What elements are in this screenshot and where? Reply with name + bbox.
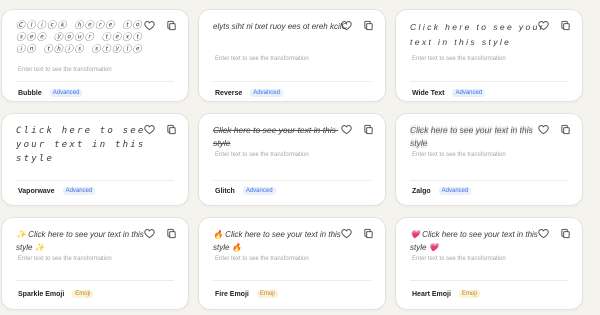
copy-icon[interactable] xyxy=(558,122,572,136)
style-name: Wide Text xyxy=(412,89,445,97)
style-name: Sparkle Emoji xyxy=(18,290,65,298)
divider xyxy=(16,81,174,82)
divider xyxy=(16,280,174,281)
divider xyxy=(213,180,371,181)
card-footer: Fire Emoji Emoji xyxy=(215,290,278,298)
divider xyxy=(410,81,568,82)
style-name: Zalgo xyxy=(412,187,431,195)
input-hint: Enter text to see the transformation xyxy=(412,256,506,262)
copy-icon[interactable] xyxy=(164,226,178,240)
category-badge: Advanced xyxy=(438,187,472,195)
style-name: Fire Emoji xyxy=(215,290,249,298)
style-card-grid: Ⓒⓛⓘⓒⓚ ⓗⓔⓡⓔ ⓣⓞ ⓢⓔⓔ ⓨⓞⓤⓡ ⓣⓔⓧⓣ ⓘⓝ ⓣⓗⓘⓢ ⓢⓣⓨⓛ… xyxy=(0,0,600,315)
style-preview: 🔥 Click here to see your text in this st… xyxy=(213,230,344,252)
copy-icon[interactable] xyxy=(361,122,375,136)
category-badge: Emoji xyxy=(256,290,278,298)
style-preview: ✨ Click here to see your text in this st… xyxy=(16,230,147,252)
style-preview: Click here to see your text in this styl… xyxy=(213,125,339,148)
divider xyxy=(213,280,371,281)
card-reverse[interactable]: elyts siht ni txet ruoy ees ot ereh kcil… xyxy=(198,9,386,102)
card-wide-text[interactable]: Click here to see your text in this styl… xyxy=(395,9,583,102)
card-zalgo[interactable]: Click here to see your text in this styl… xyxy=(395,113,583,206)
input-hint: Enter text to see the transformation xyxy=(215,152,309,158)
card-footer: Reverse Advanced xyxy=(215,89,283,97)
card-sparkle-emoji[interactable]: ✨ Click here to see your text in this st… xyxy=(1,217,189,310)
divider xyxy=(410,280,568,281)
style-name: Reverse xyxy=(215,89,243,97)
card-footer: Bubble Advanced xyxy=(18,89,83,97)
card-footer: Zalgo Advanced xyxy=(412,187,472,195)
copy-icon[interactable] xyxy=(361,18,375,32)
style-name: Vaporwave xyxy=(18,187,55,195)
card-bubble[interactable]: Ⓒⓛⓘⓒⓚ ⓗⓔⓡⓔ ⓣⓞ ⓢⓔⓔ ⓨⓞⓤⓡ ⓣⓔⓧⓣ ⓘⓝ ⓣⓗⓘⓢ ⓢⓣⓨⓛ… xyxy=(1,9,189,102)
style-preview: Click here to see your text in this styl… xyxy=(410,125,536,148)
card-footer: Wide Text Advanced xyxy=(412,89,486,97)
card-footer: Heart Emoji Emoji xyxy=(412,290,480,298)
card-fire-emoji[interactable]: 🔥 Click here to see your text in this st… xyxy=(198,217,386,310)
style-name: Bubble xyxy=(18,89,42,97)
category-badge: Advanced xyxy=(49,89,83,97)
style-preview: elyts siht ni txet ruoy ees ot ereh kcil… xyxy=(213,22,348,31)
style-preview: 💗 Click here to see your text in this st… xyxy=(410,230,541,252)
card-footer: Sparkle Emoji Emoji xyxy=(18,290,94,298)
category-badge: Emoji xyxy=(72,290,94,298)
input-hint: Enter text to see the transformation xyxy=(215,56,309,62)
divider xyxy=(410,180,568,181)
input-hint: Enter text to see the transformation xyxy=(412,56,506,62)
style-preview: Ⓒⓛⓘⓒⓚ ⓗⓔⓡⓔ ⓣⓞ ⓢⓔⓔ ⓨⓞⓤⓡ ⓣⓔⓧⓣ ⓘⓝ ⓣⓗⓘⓢ ⓢⓣⓨⓛ… xyxy=(16,21,150,55)
category-badge: Advanced xyxy=(250,89,283,97)
style-preview: Click here to see your text in this styl… xyxy=(410,22,550,47)
input-hint: Enter text to see the transformation xyxy=(18,67,112,73)
card-footer: Glitch Advanced xyxy=(215,187,276,195)
card-heart-emoji[interactable]: 💗 Click here to see your text in this st… xyxy=(395,217,583,310)
card-vaporwave[interactable]: Click here to see your text in this styl… xyxy=(1,113,189,206)
copy-icon[interactable] xyxy=(361,226,375,240)
divider xyxy=(213,81,371,82)
style-name: Glitch xyxy=(215,187,235,195)
category-badge: Emoji xyxy=(458,290,480,298)
category-badge: Advanced xyxy=(452,89,486,97)
input-hint: Enter text to see the transformation xyxy=(215,256,309,262)
divider xyxy=(16,180,174,181)
copy-icon[interactable] xyxy=(558,18,572,32)
copy-icon[interactable] xyxy=(558,226,572,240)
category-badge: Advanced xyxy=(62,187,96,195)
copy-icon[interactable] xyxy=(164,18,178,32)
card-footer: Vaporwave Advanced xyxy=(18,187,96,195)
style-name: Heart Emoji xyxy=(412,290,451,298)
input-hint: Enter text to see the transformation xyxy=(18,256,112,262)
style-preview: Click here to see your text in this styl… xyxy=(16,126,154,164)
category-badge: Advanced xyxy=(242,187,276,195)
card-glitch[interactable]: Click here to see your text in this styl… xyxy=(198,113,386,206)
input-hint: Enter text to see the transformation xyxy=(412,152,506,158)
copy-icon[interactable] xyxy=(164,122,178,136)
